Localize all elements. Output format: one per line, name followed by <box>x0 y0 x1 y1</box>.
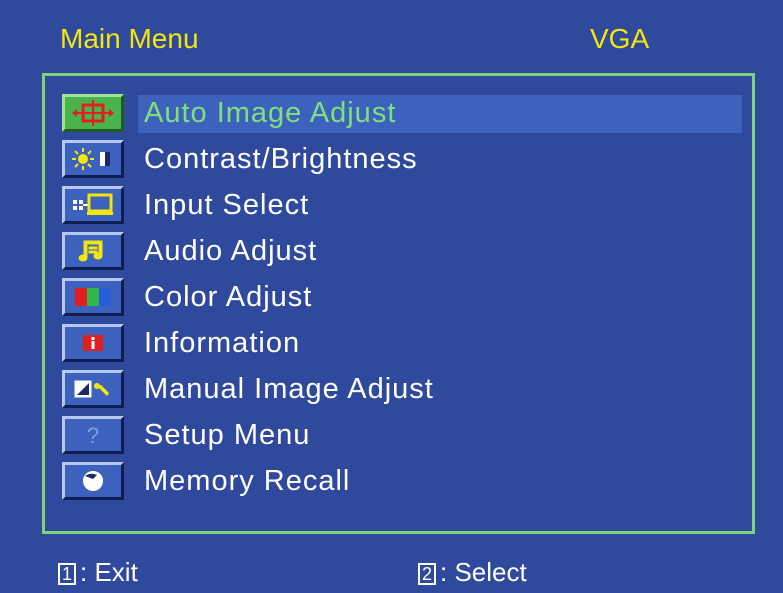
exit-hint-label: : Exit <box>80 557 138 587</box>
information-icon <box>62 324 124 362</box>
menu-item-label: Memory Recall <box>144 465 351 497</box>
manual-adjust-icon <box>62 370 124 408</box>
menu-item-label: Audio Adjust <box>144 235 318 267</box>
color-icon <box>62 278 124 316</box>
setup-icon: ? <box>62 416 124 454</box>
memory-recall-icon <box>62 462 124 500</box>
menu-item-label: Color Adjust <box>144 281 313 313</box>
page-title: Main Menu <box>60 23 199 54</box>
menu-item-label: Auto Image Adjust <box>144 97 397 129</box>
select-hint-label: : Select <box>440 557 527 587</box>
menu-item-memory-recall[interactable]: Memory Recall <box>62 458 746 504</box>
footer-hints: 1 : Exit 2 : Select <box>0 552 783 593</box>
menu-item-label: Contrast/Brightness <box>144 143 418 175</box>
menu-item-auto-image-adjust[interactable]: Auto Image Adjust <box>62 90 746 136</box>
select-key-badge[interactable]: 2 <box>418 563 436 585</box>
menu-item-color-adjust[interactable]: Color Adjust <box>62 274 746 320</box>
exit-key-badge[interactable]: 1 <box>58 563 76 585</box>
audio-icon <box>62 232 124 270</box>
menu-item-audio-adjust[interactable]: Audio Adjust <box>62 228 746 274</box>
auto-adjust-icon <box>62 94 124 132</box>
menu-item-input-select[interactable]: Input Select <box>62 182 746 228</box>
contrast-brightness-icon <box>62 140 124 178</box>
menu-item-manual-image-adjust[interactable]: Manual Image Adjust <box>62 366 746 412</box>
input-mode-indicator: VGA <box>590 23 650 54</box>
osd-panel: Main Menu VGA Auto Image Adjust Contrast… <box>0 0 783 593</box>
menu-item-label: Information <box>144 327 301 359</box>
menu-list: Auto Image Adjust Contrast/Brightness In… <box>62 90 746 504</box>
menu-item-information[interactable]: Information <box>62 320 746 366</box>
menu-item-setup-menu[interactable]: ? Setup Menu <box>62 412 746 458</box>
menu-item-label: Manual Image Adjust <box>144 373 434 405</box>
menu-item-label: Setup Menu <box>144 419 311 451</box>
svg-text:?: ? <box>87 423 99 448</box>
input-select-icon <box>62 186 124 224</box>
menu-item-label: Input Select <box>144 189 310 221</box>
menu-item-contrast-brightness[interactable]: Contrast/Brightness <box>62 136 746 182</box>
